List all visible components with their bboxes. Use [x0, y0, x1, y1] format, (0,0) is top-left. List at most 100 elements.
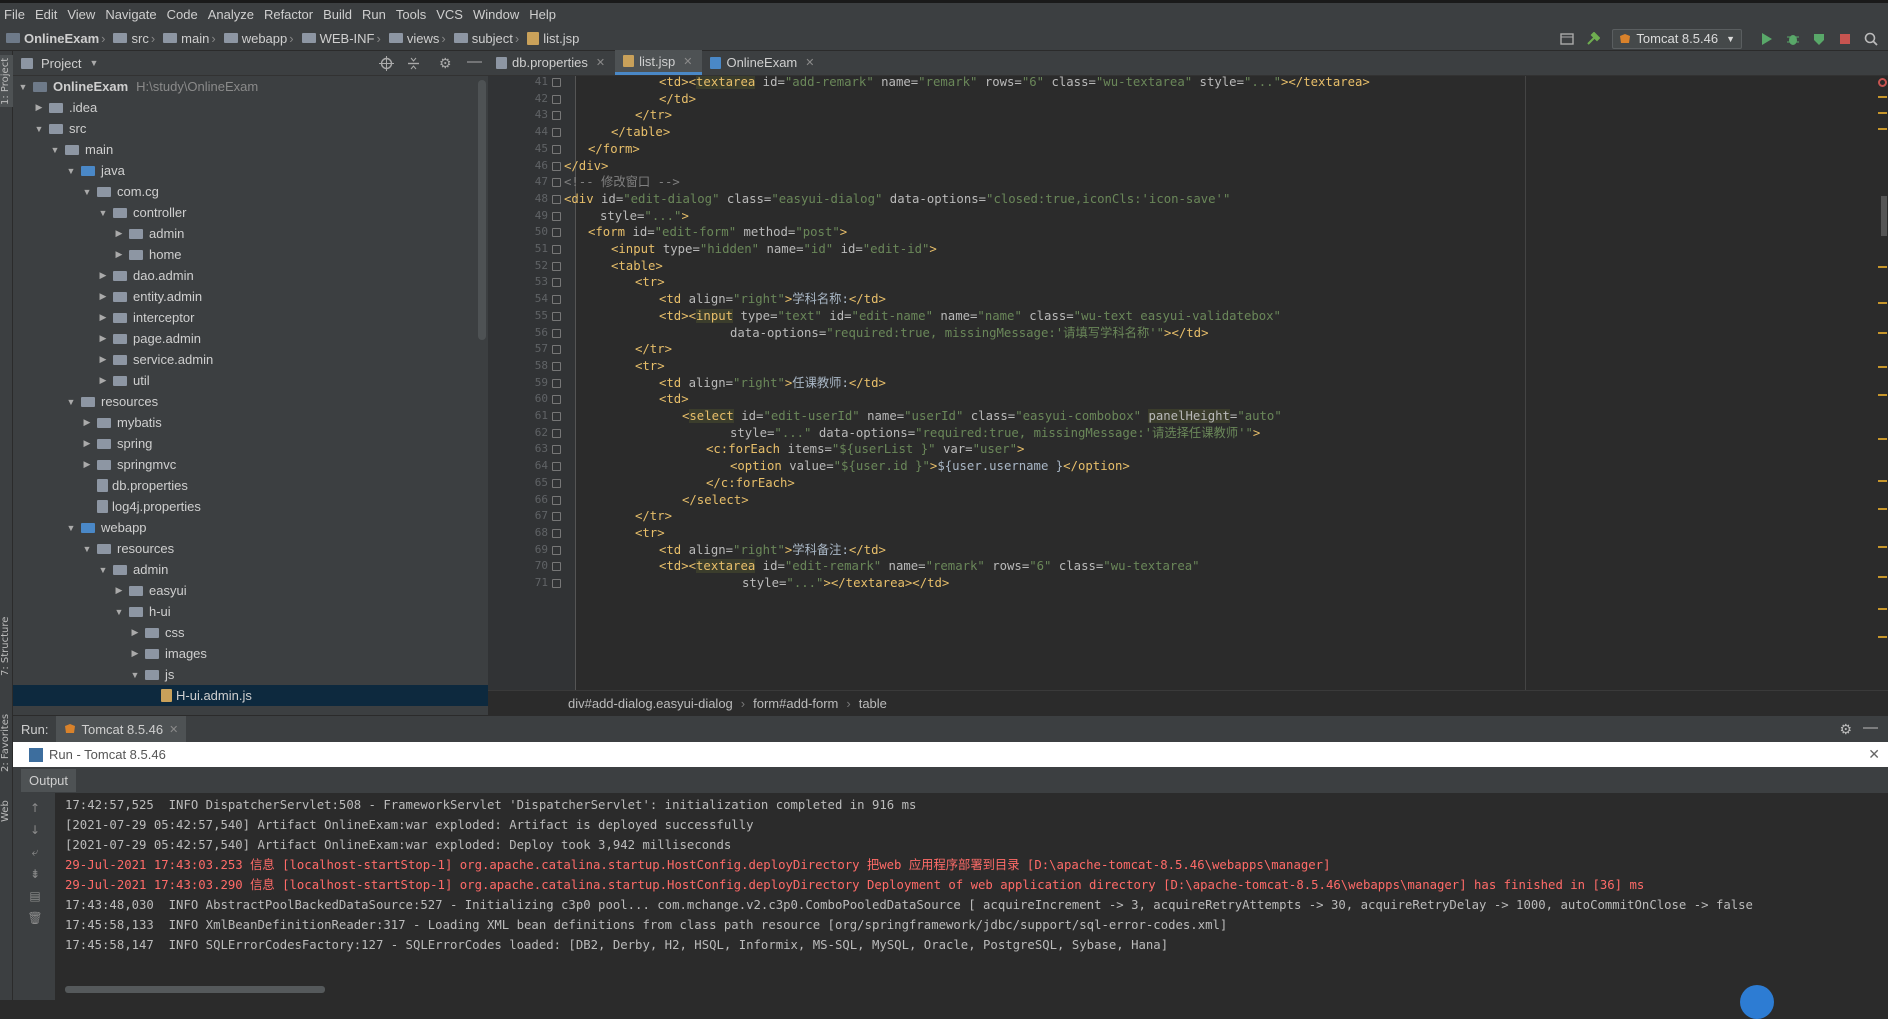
editor-breadcrumb-item[interactable]: div#add-dialog.easyui-dialog [568, 696, 733, 711]
chevron-down-icon[interactable]: ▼ [89, 58, 98, 68]
stripe-mark[interactable] [1878, 636, 1887, 638]
tree-node[interactable]: ▼ main [13, 139, 488, 160]
tree-node[interactable]: ▼ admin [13, 559, 488, 580]
run-tab-tomcat[interactable]: Tomcat 8.5.46 ✕ [56, 715, 187, 743]
tree-node[interactable]: ▶ .idea [13, 97, 488, 118]
menu-analyze[interactable]: Analyze [204, 7, 260, 22]
code-line[interactable]: <td><textarea id="add-remark" name="rema… [659, 76, 1370, 92]
stripe-mark[interactable] [1878, 366, 1887, 368]
tree-node[interactable]: ▶ dao.admin [13, 265, 488, 286]
breadcrumb-item[interactable]: subject [448, 31, 513, 46]
fold-marker-icon[interactable] [552, 145, 561, 154]
tree-node[interactable]: ▶ images [13, 643, 488, 664]
menu-refactor[interactable]: Refactor [260, 7, 319, 22]
menu-edit[interactable]: Edit [31, 7, 63, 22]
fold-marker-icon[interactable] [552, 412, 561, 421]
menu-build[interactable]: Build [319, 7, 358, 22]
structure-tool-tab[interactable]: 7: Structure [0, 611, 13, 681]
tree-node[interactable]: ▶ springmvc [13, 454, 488, 475]
fold-marker-icon[interactable] [552, 529, 561, 538]
locate-icon[interactable] [379, 56, 394, 74]
fold-marker-icon[interactable] [552, 278, 561, 287]
code-line[interactable]: data-options="required:true, missingMess… [730, 323, 1208, 343]
output-tab[interactable]: Output [21, 768, 77, 792]
chevron-right-icon[interactable]: ▶ [95, 291, 111, 302]
chevron-down-icon[interactable]: ▼ [15, 82, 31, 92]
chevron-right-icon[interactable]: ▶ [79, 459, 95, 470]
favorites-tool-tab[interactable]: 2: Favorites [0, 707, 13, 779]
breadcrumb-item[interactable]: WEB-INF [296, 31, 374, 46]
fold-marker-icon[interactable] [552, 111, 561, 120]
tree-node[interactable]: ▶ spring [13, 433, 488, 454]
tree-node[interactable]: ▼ controller [13, 202, 488, 223]
chevron-down-icon[interactable]: ▼ [31, 124, 47, 134]
editor-breadcrumb-item[interactable]: table [859, 696, 887, 711]
close-icon[interactable]: ✕ [805, 56, 814, 69]
tree-node[interactable]: ▶ page.admin [13, 328, 488, 349]
chevron-right-icon[interactable]: ▶ [127, 627, 143, 638]
tree-node[interactable]: ▼ resources [13, 391, 488, 412]
chevron-down-icon[interactable]: ▼ [95, 208, 111, 218]
stripe-mark[interactable] [1878, 128, 1887, 130]
console-scrollbar[interactable] [65, 986, 325, 993]
fold-marker-icon[interactable] [552, 496, 561, 505]
code-line[interactable]: </select> [682, 490, 749, 510]
chevron-down-icon[interactable]: ▼ [63, 523, 79, 533]
coverage-icon[interactable] [1808, 28, 1830, 50]
chevron-right-icon[interactable]: ▶ [79, 417, 95, 428]
console-output[interactable]: ↑ ↓ ⤶ ⇟ ▤ 🗑 17:42:57,525 INFO Dispatcher… [13, 793, 1888, 1000]
tree-node[interactable]: ▶ util [13, 370, 488, 391]
chevron-right-icon[interactable]: ▶ [95, 333, 111, 344]
chevron-right-icon[interactable]: ▶ [95, 375, 111, 386]
stripe-mark[interactable] [1878, 508, 1887, 510]
breadcrumb-item[interactable]: src [107, 31, 149, 46]
stop-icon[interactable] [1834, 28, 1856, 50]
breadcrumb-item[interactable]: OnlineExam [0, 31, 99, 46]
menu-navigate[interactable]: Navigate [101, 7, 162, 22]
stripe-mark[interactable] [1878, 438, 1887, 440]
menu-help[interactable]: Help [525, 7, 562, 22]
stripe-mark[interactable] [1878, 608, 1887, 610]
menu-code[interactable]: Code [163, 7, 204, 22]
tree-node[interactable]: ▼ resources [13, 538, 488, 559]
fold-marker-icon[interactable] [552, 345, 561, 354]
fold-marker-icon[interactable] [552, 195, 561, 204]
project-panel-title[interactable]: Project [41, 56, 81, 71]
run-configuration-select[interactable]: Tomcat 8.5.46 ▼ [1612, 28, 1742, 49]
menu-tools[interactable]: Tools [392, 7, 432, 22]
floating-assistant-icon[interactable] [1740, 985, 1774, 1019]
editor-tab[interactable]: db.properties ✕ [488, 50, 615, 75]
trash-icon[interactable]: 🗑 [27, 911, 43, 927]
tree-node[interactable]: log4j.properties [13, 496, 488, 517]
minimize-icon[interactable]: — [467, 53, 482, 70]
build-hammer-icon[interactable] [1582, 28, 1604, 50]
tree-node[interactable]: ▶ mybatis [13, 412, 488, 433]
tree-node[interactable]: db.properties [13, 475, 488, 496]
fold-marker-icon[interactable] [552, 479, 561, 488]
close-icon[interactable]: ✕ [683, 55, 692, 68]
fold-marker-icon[interactable] [552, 445, 561, 454]
chevron-down-icon[interactable]: ▼ [63, 166, 79, 176]
chevron-down-icon[interactable]: ▼ [63, 397, 79, 407]
code-line[interactable]: <td align="right">任课教师:</td> [659, 373, 886, 393]
soft-wrap-icon[interactable]: ⤶ [27, 845, 43, 861]
tree-node[interactable]: ▼ com.cg [13, 181, 488, 202]
menu-view[interactable]: View [63, 7, 101, 22]
down-arrow-icon[interactable]: ↓ [27, 823, 43, 839]
breadcrumb-item[interactable]: views [383, 31, 439, 46]
debug-icon[interactable] [1782, 28, 1804, 50]
run-icon[interactable] [1756, 28, 1778, 50]
fold-marker-icon[interactable] [552, 579, 561, 588]
fold-marker-icon[interactable] [552, 562, 561, 571]
fold-marker-icon[interactable] [552, 212, 561, 221]
tree-node[interactable]: ▶ admin [13, 223, 488, 244]
fold-marker-icon[interactable] [552, 429, 561, 438]
editor-tab[interactable]: list.jsp ✕ [615, 50, 703, 75]
fold-marker-icon[interactable] [552, 546, 561, 555]
tree-node[interactable]: ▼ OnlineExam H:\study\OnlineExam [13, 76, 488, 97]
gear-icon[interactable]: ⚙ [1839, 721, 1852, 738]
menu-vcs[interactable]: VCS [432, 7, 469, 22]
stripe-mark[interactable] [1878, 112, 1887, 114]
fold-marker-icon[interactable] [552, 362, 561, 371]
stripe-mark[interactable] [1878, 266, 1887, 268]
